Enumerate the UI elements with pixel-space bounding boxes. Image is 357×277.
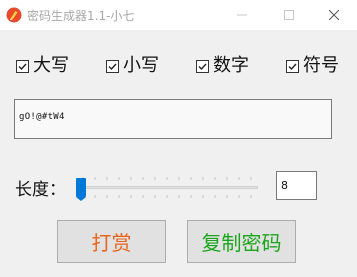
check-icon — [288, 63, 297, 70]
copy-password-button[interactable]: 复制密码 — [187, 220, 296, 263]
length-slider[interactable] — [76, 176, 262, 201]
tip-button[interactable]: 打赏 — [57, 220, 166, 263]
minimize-button[interactable] — [219, 0, 265, 30]
length-value: 8 — [281, 179, 288, 192]
close-button[interactable] — [311, 0, 357, 30]
app-window: 密码生成器1.1-小七 大写 小写 数字 符号 gO!@#tW4 长度： 8 打… — [0, 0, 357, 277]
checkbox-box[interactable] — [286, 59, 299, 73]
length-input[interactable]: 8 — [276, 171, 317, 200]
checkbox-label: 数字 — [213, 55, 249, 76]
close-icon — [329, 10, 339, 20]
checkbox-box[interactable] — [106, 59, 119, 73]
uppercase-checkbox[interactable]: 大写 — [16, 55, 69, 77]
checkbox-label: 符号 — [303, 55, 339, 76]
checkbox-box[interactable] — [196, 59, 209, 73]
checkbox-label: 小写 — [123, 55, 159, 76]
slider-thumb[interactable] — [76, 178, 86, 201]
slider-track[interactable] — [78, 186, 258, 189]
title-bar: 密码生成器1.1-小七 — [0, 0, 357, 30]
length-label: 长度： — [15, 180, 66, 200]
digits-checkbox[interactable]: 数字 — [196, 55, 249, 77]
pen-nib-icon — [6, 7, 22, 23]
checkbox-label: 大写 — [33, 55, 69, 76]
window-title: 密码生成器1.1-小七 — [27, 9, 135, 23]
maximize-icon — [284, 10, 294, 20]
symbols-checkbox[interactable]: 符号 — [286, 55, 339, 77]
minimize-icon — [237, 14, 247, 16]
lowercase-checkbox[interactable]: 小写 — [106, 55, 159, 77]
password-output-field[interactable]: gO!@#tW4 — [14, 99, 332, 139]
check-icon — [198, 63, 207, 70]
check-icon — [18, 63, 27, 70]
maximize-button[interactable] — [266, 0, 312, 30]
check-icon — [108, 63, 117, 70]
checkbox-box[interactable] — [16, 59, 29, 73]
password-value: gO!@#tW4 — [19, 112, 65, 122]
